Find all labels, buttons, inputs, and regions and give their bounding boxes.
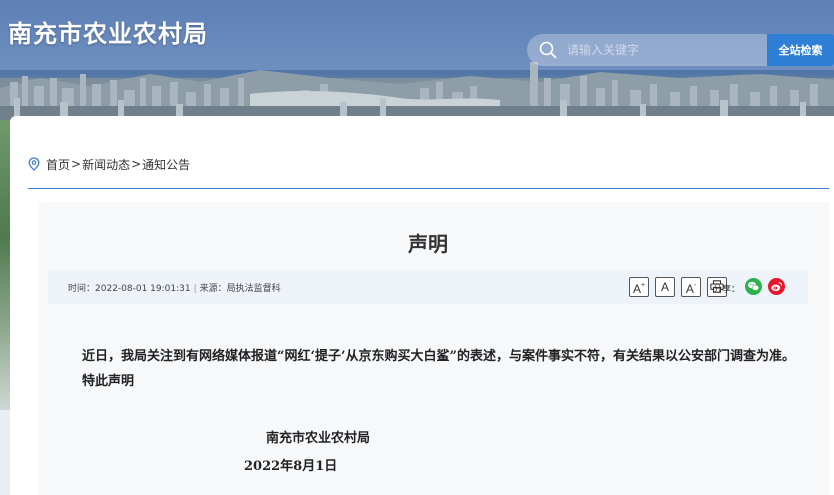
breadcrumb-notices[interactable]: 通知公告 (142, 156, 190, 173)
breadcrumb-separator: > (71, 157, 82, 171)
wechat-icon (748, 281, 760, 291)
font-larger-label: A (632, 282, 641, 296)
font-smaller-button[interactable]: A- (681, 277, 701, 297)
article-body: 近日，我局关注到有网络媒体报道“网红‘提子’从京东购买大白鲨”的表述，与案件事实… (56, 344, 816, 394)
article-paragraph: 近日，我局关注到有网络媒体报道“网红‘提子’从京东购买大白鲨”的表述，与案件事实… (82, 349, 796, 364)
minus-icon: - (693, 282, 697, 289)
article-meta: 时间：2022-08-01 19:01:31 | 来源：局执法监督科 (68, 281, 281, 294)
article-signer: 南充市农业农村局 (266, 431, 371, 446)
search-box[interactable] (527, 34, 769, 66)
article-date: 2022年8月1日 (244, 459, 338, 474)
article-title: 声明 (408, 232, 448, 256)
article-container: 声明 时间：2022-08-01 19:01:31 | 来源：局执法监督科 A+ A… (38, 202, 829, 495)
font-normal-button[interactable]: A (655, 277, 675, 297)
site-search-button[interactable]: 全站检索 (767, 34, 834, 66)
font-larger-button[interactable]: A+ (629, 277, 649, 297)
header-banner: 南充市农业农村局 全站检索 (0, 0, 834, 120)
weibo-icon (771, 282, 783, 291)
plus-icon: + (640, 282, 646, 289)
font-normal-label: A (660, 280, 669, 294)
article-meta-bar: 时间：2022-08-01 19:01:31 | 来源：局执法监督科 A+ A A-… (48, 270, 808, 304)
publish-time: 2022-08-01 19:01:31 (95, 284, 191, 294)
article-closing: 特此声明 (82, 374, 135, 389)
background-photo-strip (0, 120, 10, 410)
breadcrumb-news[interactable]: 新闻动态 (82, 156, 130, 173)
breadcrumb: 首页 > 新闻动态 > 通知公告 (28, 156, 190, 172)
time-label: 时间： (68, 284, 96, 294)
weibo-share-button[interactable] (768, 278, 785, 295)
source-label: 来源： (199, 284, 227, 294)
search-icon[interactable] (539, 41, 557, 59)
search-input[interactable] (567, 40, 757, 60)
breadcrumb-separator: > (131, 157, 142, 171)
location-pin-icon (28, 157, 40, 171)
meta-separator: | (193, 284, 197, 294)
main-content-panel: 首页 > 新闻动态 > 通知公告 声明 时间：2022-08-01 19:01:… (10, 116, 834, 495)
font-smaller-label: A (685, 282, 694, 296)
breadcrumb-divider (28, 188, 829, 189)
wechat-share-button[interactable] (745, 278, 762, 295)
breadcrumb-home[interactable]: 首页 (46, 156, 70, 173)
site-title[interactable]: 南充市农业农村局 (8, 14, 208, 49)
share-label: 分享： (713, 285, 741, 295)
article-source: 局执法监督科 (226, 284, 281, 294)
